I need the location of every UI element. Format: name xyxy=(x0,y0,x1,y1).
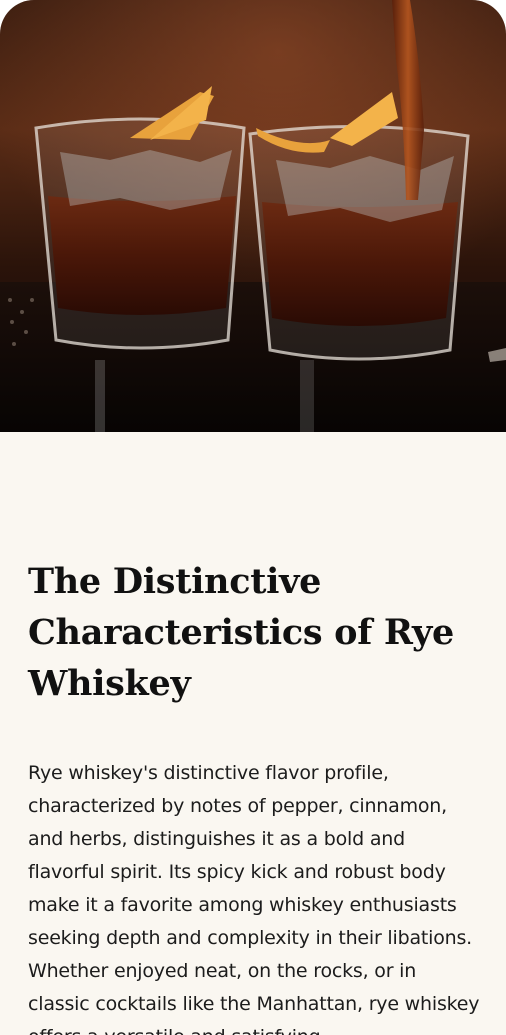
article-body: Rye whiskey's distinctive flavor profile… xyxy=(28,762,480,1035)
article-headline: The Distinctive Characteristics of Rye W… xyxy=(28,561,455,704)
article-card: The Distinctive Characteristics of Rye W… xyxy=(0,0,506,1035)
hero-image xyxy=(0,0,506,432)
article-content: The Distinctive Characteristics of Rye W… xyxy=(28,556,480,1035)
